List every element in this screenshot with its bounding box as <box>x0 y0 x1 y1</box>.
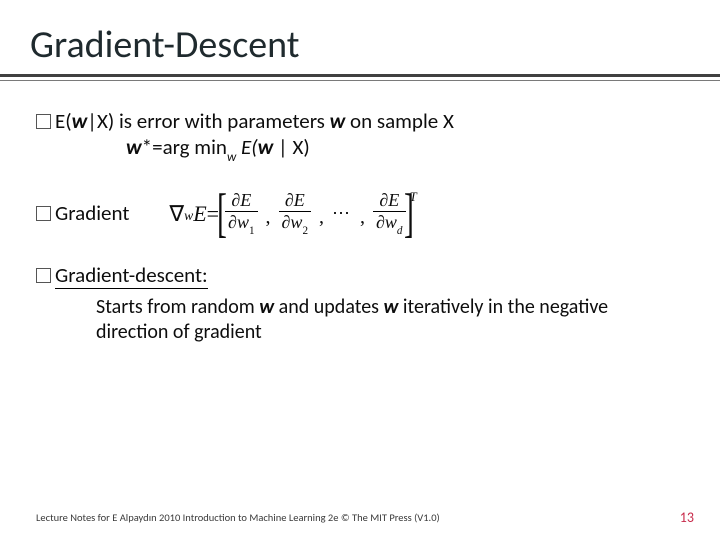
gd-heading: Gradient-descent: <box>55 262 208 289</box>
right-bracket-icon: ] <box>404 192 414 235</box>
txt: Starts from random <box>96 295 259 319</box>
den: ∂w1 <box>225 211 257 236</box>
var-w: w <box>330 108 346 134</box>
txt: | X) <box>273 134 309 160</box>
txt: and updates <box>274 295 383 319</box>
rule-thick <box>0 74 720 77</box>
comma: , <box>319 205 324 236</box>
gradient-equation: ∇wE = [ ∂E ∂w1 , ∂E ∂w2 , ⋯ , ∂E ∂wd <box>169 191 416 236</box>
var-w: w <box>258 134 274 160</box>
bullet-box-icon <box>36 206 51 221</box>
slide-title: Gradient-Descent <box>0 0 720 74</box>
var-w: w <box>126 134 142 160</box>
var-w: w <box>72 108 88 134</box>
gradient-descent-block: Gradient-descent: Starts from random w a… <box>36 262 680 345</box>
sub-w: w <box>184 207 193 224</box>
frac-1: ∂E ∂w1 <box>225 191 257 236</box>
comma: , <box>360 205 365 236</box>
txt: on sample X <box>345 108 454 134</box>
content-area: E(w|X) is error with parameters w on sam… <box>0 108 720 345</box>
var-w: w <box>384 295 399 319</box>
sub-w: w <box>227 150 236 165</box>
left-bracket-icon: [ <box>217 192 227 235</box>
txt: *=arg min <box>142 134 227 160</box>
gradient-label-wrap: Gradient <box>36 200 129 226</box>
frac-d: ∂E ∂wd <box>373 191 405 236</box>
txt: |X) is error with parameters <box>87 108 329 134</box>
page-number: 13 <box>680 509 694 526</box>
rule-thin <box>0 80 720 81</box>
gd-description: Starts from random w and updates w itera… <box>36 289 680 345</box>
num: ∂E <box>282 191 308 211</box>
fractions: ∂E ∂w1 , ∂E ∂w2 , ⋯ , ∂E ∂wd <box>225 191 405 236</box>
bullet-box-icon <box>36 114 51 129</box>
frac-2: ∂E ∂w2 <box>279 191 311 236</box>
den: ∂wd <box>373 211 405 236</box>
gradient-block: Gradient ∇wE = [ ∂E ∂w1 , ∂E ∂w2 , ⋯ , ∂… <box>36 191 680 236</box>
txt: E( <box>236 134 257 160</box>
ellipsis-icon: ⋯ <box>332 202 352 225</box>
var-E: E <box>193 200 206 228</box>
nabla-icon: ∇ <box>169 200 184 228</box>
footer-citation: Lecture Notes for E Alpaydın 2010 Introd… <box>36 511 440 524</box>
num: ∂E <box>376 191 402 211</box>
argmin-line: w*=arg minw E(w | X) <box>36 134 680 164</box>
txt: E( <box>55 108 72 134</box>
var-w: w <box>259 295 274 319</box>
comma: , <box>266 205 271 236</box>
gradient-label: Gradient <box>55 200 129 226</box>
title-underline <box>0 74 720 88</box>
bullet-box-icon <box>36 268 51 283</box>
error-definition: E(w|X) is error with parameters w on sam… <box>36 108 680 165</box>
den: ∂w2 <box>279 211 311 236</box>
num: ∂E <box>228 191 254 211</box>
